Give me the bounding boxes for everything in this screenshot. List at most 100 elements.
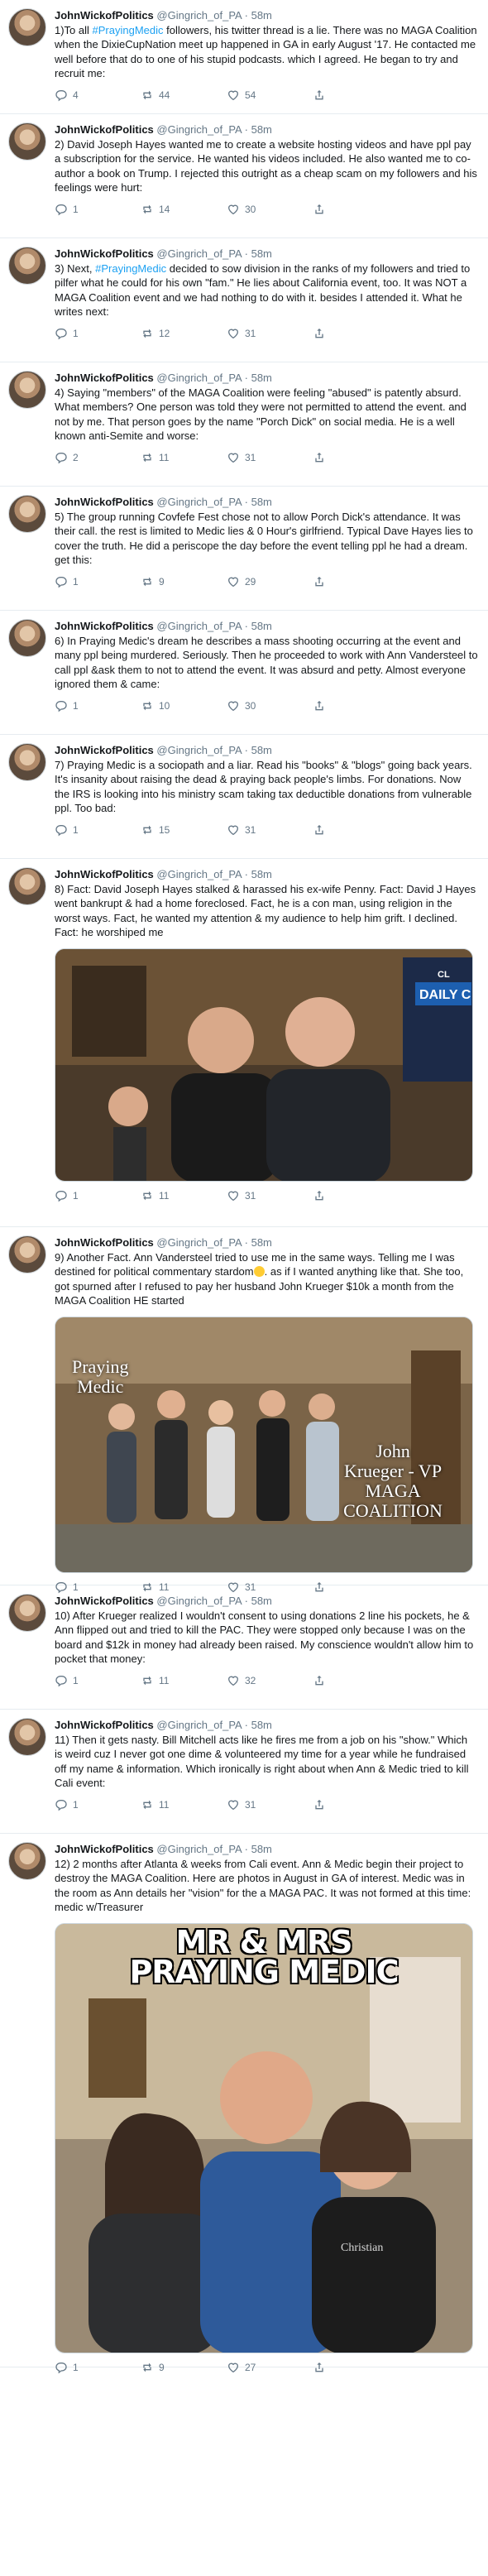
timestamp[interactable]: 58m [251, 247, 272, 260]
tweet[interactable]: JohnWickofPolitics @Gingrich_of_PA · 58m… [0, 859, 488, 1227]
author-handle[interactable]: @Gingrich_of_PA [156, 123, 242, 136]
share-button[interactable] [313, 1798, 346, 1811]
author-handle[interactable]: @Gingrich_of_PA [156, 372, 242, 384]
tweet-photo[interactable]: DAILY C CL [55, 947, 473, 1182]
avatar[interactable] [8, 1594, 46, 1632]
like-button[interactable]: 31 [227, 1189, 313, 1202]
tweet[interactable]: JohnWickofPolitics @Gingrich_of_PA · 58m… [0, 1227, 488, 1593]
hashtag-link[interactable]: #PrayingMedic [95, 262, 166, 275]
timestamp[interactable]: 58m [251, 1719, 272, 1731]
reply-button[interactable]: 1 [55, 575, 141, 588]
avatar[interactable] [8, 1718, 46, 1756]
avatar[interactable] [8, 1842, 46, 1880]
tweet[interactable]: JohnWickofPolitics @Gingrich_of_PA · 58m… [0, 362, 488, 487]
like-button[interactable]: 32 [227, 1674, 313, 1687]
avatar[interactable] [8, 247, 46, 285]
reply-button[interactable]: 1 [55, 699, 141, 712]
retweet-button[interactable]: 12 [141, 327, 227, 340]
tweet[interactable]: JohnWickofPolitics @Gingrich_of_PA · 58m… [0, 1834, 488, 2373]
reply-button[interactable]: 2 [55, 451, 141, 464]
retweet-button[interactable]: 15 [141, 823, 227, 837]
author-name[interactable]: JohnWickofPolitics [55, 744, 154, 756]
tweet-photo[interactable]: Christian MR & MRS PRAYING MEDIC [55, 1922, 473, 2353]
author-name[interactable]: JohnWickofPolitics [55, 1719, 154, 1731]
tweet[interactable]: JohnWickofPolitics @Gingrich_of_PA · 58m… [0, 0, 488, 114]
reply-button[interactable]: 1 [55, 1189, 141, 1202]
author-handle[interactable]: @Gingrich_of_PA [156, 744, 242, 756]
avatar[interactable] [8, 495, 46, 533]
retweet-button[interactable]: 11 [141, 451, 227, 464]
timestamp[interactable]: 58m [251, 123, 272, 136]
avatar[interactable] [8, 122, 46, 161]
retweet-button[interactable]: 10 [141, 699, 227, 712]
tweet[interactable]: JohnWickofPolitics @Gingrich_of_PA · 58m… [0, 735, 488, 859]
tweet[interactable]: JohnWickofPolitics @Gingrich_of_PA · 58m… [0, 1710, 488, 1834]
share-button[interactable] [313, 2361, 346, 2374]
author-handle[interactable]: @Gingrich_of_PA [156, 620, 242, 632]
share-button[interactable] [313, 699, 346, 712]
author-name[interactable]: JohnWickofPolitics [55, 868, 154, 880]
tweet[interactable]: JohnWickofPolitics @Gingrich_of_PA · 58m… [0, 611, 488, 735]
share-button[interactable] [313, 1674, 346, 1687]
reply-button[interactable]: 4 [55, 89, 141, 102]
author-name[interactable]: JohnWickofPolitics [55, 496, 154, 508]
retweet-button[interactable]: 11 [141, 1798, 227, 1811]
reply-button[interactable]: 1 [55, 327, 141, 340]
retweet-button[interactable]: 9 [141, 2361, 227, 2374]
like-button[interactable]: 30 [227, 203, 313, 216]
author-handle[interactable]: @Gingrich_of_PA [156, 247, 242, 260]
avatar[interactable] [8, 867, 46, 905]
share-button[interactable] [313, 1189, 346, 1202]
retweet-button[interactable]: 11 [141, 1674, 227, 1687]
reply-button[interactable]: 1 [55, 1798, 141, 1811]
share-button[interactable] [313, 451, 346, 464]
timestamp[interactable]: 58m [251, 372, 272, 384]
avatar[interactable] [8, 371, 46, 409]
author-handle[interactable]: @Gingrich_of_PA [156, 1595, 242, 1607]
tweet[interactable]: JohnWickofPolitics @Gingrich_of_PA · 58m… [0, 114, 488, 238]
author-name[interactable]: JohnWickofPolitics [55, 372, 154, 384]
timestamp[interactable]: 58m [251, 9, 272, 22]
tweet[interactable]: JohnWickofPolitics @Gingrich_of_PA · 58m… [0, 487, 488, 611]
timestamp[interactable]: 58m [251, 868, 272, 880]
retweet-button[interactable]: 14 [141, 203, 227, 216]
reply-button[interactable]: 1 [55, 1674, 141, 1687]
author-handle[interactable]: @Gingrich_of_PA [156, 9, 242, 22]
hashtag-link[interactable]: #PrayingMedic [93, 24, 164, 36]
author-handle[interactable]: @Gingrich_of_PA [156, 1719, 242, 1731]
author-handle[interactable]: @Gingrich_of_PA [156, 496, 242, 508]
tweet[interactable]: JohnWickofPolitics @Gingrich_of_PA · 58m… [0, 1585, 488, 1710]
timestamp[interactable]: 58m [251, 1236, 272, 1249]
tweet-photo[interactable]: Praying Medic John Krueger - VP MAGA COA… [55, 1316, 473, 1573]
author-name[interactable]: JohnWickofPolitics [55, 247, 154, 260]
timestamp[interactable]: 58m [251, 744, 272, 756]
share-button[interactable] [313, 203, 346, 216]
tweet[interactable]: JohnWickofPolitics @Gingrich_of_PA · 58m… [0, 238, 488, 362]
retweet-button[interactable]: 9 [141, 575, 227, 588]
author-name[interactable]: JohnWickofPolitics [55, 123, 154, 136]
timestamp[interactable]: 58m [251, 496, 272, 508]
author-handle[interactable]: @Gingrich_of_PA [156, 1236, 242, 1249]
retweet-button[interactable]: 44 [141, 89, 227, 102]
reply-button[interactable]: 1 [55, 203, 141, 216]
author-handle[interactable]: @Gingrich_of_PA [156, 1843, 242, 1855]
avatar[interactable] [8, 619, 46, 657]
author-handle[interactable]: @Gingrich_of_PA [156, 868, 242, 880]
share-button[interactable] [313, 575, 346, 588]
timestamp[interactable]: 58m [251, 620, 272, 632]
like-button[interactable]: 31 [227, 327, 313, 340]
like-button[interactable]: 31 [227, 1798, 313, 1811]
avatar[interactable] [8, 8, 46, 46]
retweet-button[interactable]: 11 [141, 1189, 227, 1202]
like-button[interactable]: 31 [227, 823, 313, 837]
reply-button[interactable]: 1 [55, 2361, 141, 2374]
author-name[interactable]: JohnWickofPolitics [55, 1595, 154, 1607]
share-button[interactable] [313, 327, 346, 340]
avatar[interactable] [8, 1235, 46, 1274]
author-name[interactable]: JohnWickofPolitics [55, 9, 154, 22]
timestamp[interactable]: 58m [251, 1843, 272, 1855]
like-button[interactable]: 30 [227, 699, 313, 712]
avatar[interactable] [8, 743, 46, 781]
timestamp[interactable]: 58m [251, 1595, 272, 1607]
author-name[interactable]: JohnWickofPolitics [55, 1236, 154, 1249]
